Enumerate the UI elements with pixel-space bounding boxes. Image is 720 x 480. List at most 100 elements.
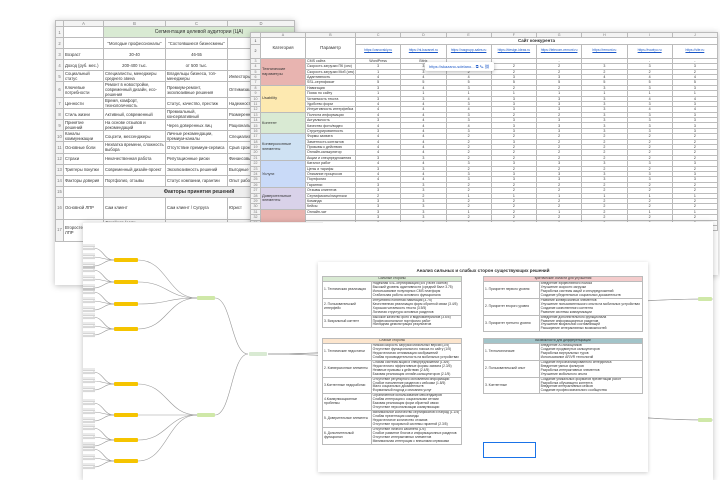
parameter-cell[interactable]: Скорость загрузки ПК (сек)	[305, 63, 356, 70]
cell[interactable]: Принятие решений	[63, 119, 104, 132]
cell[interactable]: Факторы доверия	[63, 174, 104, 187]
bullet-line[interactable]: Минимальная интеграция с внешними сервис…	[373, 439, 460, 443]
row-label[interactable]: 2. Конверсионные элементы	[322, 359, 372, 378]
bullet-line[interactable]: Слабая производительность на мобильных у…	[373, 355, 460, 359]
cell[interactable]: 30-40	[103, 48, 166, 61]
category-cell[interactable]: Контент	[260, 111, 306, 135]
cell[interactable]: Ценности	[63, 97, 104, 110]
cell[interactable]: Премиум-ремонт, эксклюзивные решения	[165, 81, 228, 99]
selected-cell[interactable]	[483, 442, 536, 458]
category-cell[interactable]: Usability	[260, 84, 306, 113]
parameter-cell[interactable]: Интуитивность интерфейса	[305, 106, 356, 113]
mind-map-subnode[interactable]	[114, 459, 138, 463]
link-preview-popup[interactable]: https://skazano-sdelano... ⧉ ✎ ⛓	[425, 62, 494, 71]
bullet-line[interactable]: Стабильная работа основного функционала	[373, 293, 460, 297]
cell[interactable]: Стиль жизни	[63, 108, 104, 121]
cell[interactable]: Статус компании, гарантии	[165, 174, 228, 187]
bullet-line[interactable]: Создание профессионального сообщества	[541, 388, 641, 392]
competitor-link[interactable]: https://ni-bazanet.ru	[402, 48, 444, 53]
cell[interactable]: Через доверенных лиц	[165, 119, 228, 132]
competitor-link[interactable]: https://site.ru	[674, 48, 716, 53]
row-label[interactable]: 1. Технологические	[483, 342, 540, 361]
cell[interactable]: Основные боли	[63, 141, 104, 154]
mind-map-branch-node[interactable]	[197, 413, 215, 417]
row-label[interactable]: 3.Контентные недоработки	[322, 376, 372, 395]
row-label[interactable]: 1. Техническая реализация	[322, 280, 372, 299]
cell[interactable]: Личные рекомендации, премиум-каналы	[165, 130, 228, 143]
bullet-line[interactable]: Отсутствие персонализации коммуникации	[373, 405, 460, 409]
row-label[interactable]: 2. Пользовательский опыт	[483, 359, 540, 378]
row-label[interactable]: 5. Доверительные элементы	[322, 410, 372, 429]
category-cell[interactable]: Технические параметры	[260, 57, 306, 86]
bullet-line[interactable]: Улучшение мобильного опыта	[541, 372, 641, 376]
cell[interactable]: Доход (руб. мес.)	[63, 59, 104, 72]
cell[interactable]: Время, комфорт, технологичность	[103, 97, 166, 110]
mind-map-branch-node[interactable]	[698, 297, 712, 301]
cell[interactable]: Ключевые потребности	[63, 81, 104, 99]
row-label[interactable]: 3. Контентные	[483, 376, 540, 395]
cell[interactable]: Нехватка времени, сложность выбора	[103, 141, 166, 154]
link-preview-url[interactable]: https://skazano-sdelano...	[429, 64, 475, 69]
category-cell[interactable]: Конверсионные элементы	[260, 133, 306, 162]
mind-map-root-node[interactable]	[249, 352, 267, 356]
mind-map-branch-node[interactable]	[698, 418, 712, 422]
row-label[interactable]: 2. Пользовательский интерфейс	[322, 297, 372, 316]
cell[interactable]: от 500 тыс.	[165, 59, 228, 72]
cell[interactable]: Ремонт в новостройке, современный дизайн…	[103, 81, 166, 99]
mind-map-branch-node[interactable]	[197, 296, 215, 300]
parameter-cell[interactable]: Акции и спецпредложения	[305, 154, 356, 162]
cell[interactable]: Возраст	[63, 48, 104, 61]
cell[interactable]: Владельцы бизнеса, топ-менеджеры	[165, 70, 228, 83]
cell[interactable]: Соцсети, мессенджеры	[103, 130, 166, 143]
bullet-line[interactable]: Логичная структура основных разделов	[373, 310, 460, 314]
row-label[interactable]: 1. Приоритет первого уровня	[483, 280, 540, 299]
competitor-link[interactable]: https://design-ideas.ru	[493, 48, 535, 53]
bullet-line[interactable]: Наглядная демонстрация результатов	[373, 323, 460, 327]
bullet-line[interactable]: Базовая реализация онлайн-калькуляторов …	[373, 372, 460, 376]
bullet-line[interactable]: Создание убедительных социальных доказат…	[541, 293, 641, 297]
row-label[interactable]: 3. Визуальный контент	[322, 314, 372, 329]
cell[interactable]: Каналы коммуникации	[63, 130, 104, 143]
competitor-link[interactable]: https://rusgrupp-sales.ru	[448, 48, 490, 53]
cell[interactable]: 200-400 тыс.	[103, 59, 166, 72]
bullet-line[interactable]: Развитие системы коммуникации	[541, 310, 641, 314]
mind-map-subnode[interactable]	[114, 413, 138, 417]
cell[interactable]: Портфолио, отзывы	[103, 174, 166, 187]
cell[interactable]: Отсутствие премиум-сервиса	[165, 141, 228, 154]
mind-map-subnode[interactable]	[114, 438, 138, 442]
cell[interactable]: Репутационные риски	[165, 152, 228, 165]
unlink-icon[interactable]: ⛓	[484, 64, 489, 69]
cell[interactable]: Премиальный, консервативный	[165, 108, 228, 121]
row-label[interactable]: 1. Технические недостатки	[322, 342, 372, 361]
category-cell[interactable]: Услуги	[260, 160, 306, 189]
mind-map-subnode[interactable]	[114, 258, 138, 262]
cell[interactable]: Некачественная работа	[103, 152, 166, 165]
bullet-line[interactable]: Отсутствие прозрачной системы гарантий (…	[373, 422, 460, 426]
row-label[interactable]: 2. Приоритет второго уровня	[483, 297, 540, 316]
competitor-link[interactable]: https://nowiyu.ru	[629, 48, 671, 53]
competitor-link[interactable]: https://vanovskiy.ru	[357, 48, 399, 53]
competitor-link[interactable]: https://telecom-remont.ru	[538, 48, 580, 53]
cell[interactable]: Сам клиент / Супруга	[165, 196, 228, 220]
cell[interactable]: Современный дизайн-проект	[103, 163, 166, 176]
cell[interactable]: Эксклюзивность решений	[165, 163, 228, 176]
bullet-line[interactable]: Формальный подход к описанию услуг	[373, 388, 460, 392]
mind-map-subnode[interactable]	[114, 382, 138, 386]
cell[interactable]: Основной ЛПР	[63, 196, 104, 220]
cell[interactable]: Активный, современный	[103, 108, 166, 121]
mind-map-subnode[interactable]	[114, 280, 138, 284]
row-label[interactable]: 4.Коммуникационные проблемы	[322, 393, 372, 412]
cell[interactable]: Страхи	[63, 152, 104, 165]
edit-icon[interactable]: ✎	[480, 64, 484, 69]
category-cell[interactable]: Доверительные элементы	[260, 187, 306, 210]
cell[interactable]: Специалисты, менеджеры среднего звена	[103, 70, 166, 83]
copy-icon[interactable]: ⧉	[476, 64, 479, 69]
cell[interactable]: 46-55	[165, 48, 228, 61]
row-label[interactable]: 3. Приоритет третьего уровня	[483, 314, 540, 333]
competitor-link[interactable]: https://remont.ru	[583, 48, 625, 53]
bullet-line[interactable]: Расширение интерактивных возможностей	[541, 326, 641, 330]
parameter-cell[interactable]: Скорость загрузки Моб (сек)	[305, 68, 356, 75]
mind-map-subnode[interactable]	[114, 327, 138, 331]
cell[interactable]: Социальный статус	[63, 70, 104, 83]
cell[interactable]: Статус, качество, престиж	[165, 97, 228, 110]
